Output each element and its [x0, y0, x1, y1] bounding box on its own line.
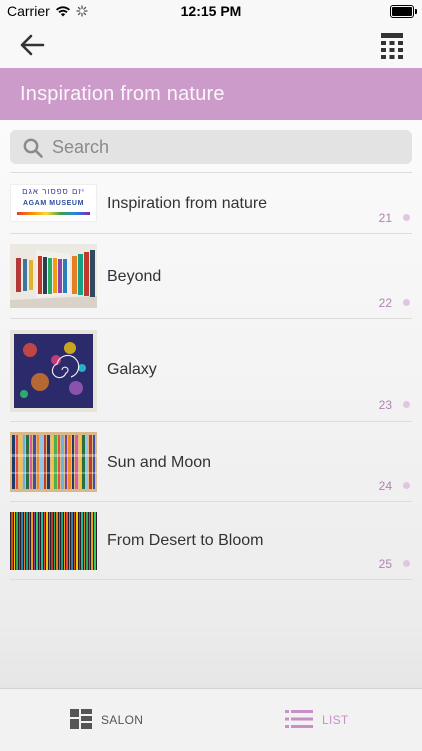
back-button[interactable] [16, 30, 48, 60]
item-thumbnail [10, 432, 97, 492]
status-time: 12:15 PM [180, 3, 242, 19]
list-icon [285, 710, 313, 728]
list-item[interactable]: Galaxy 23 [10, 319, 412, 422]
tab-bar: SALON LIST [0, 688, 422, 751]
list-item[interactable]: Beyond 22 [10, 234, 412, 319]
item-dot-icon [403, 401, 410, 408]
page-title: Inspiration from nature [20, 83, 225, 105]
list-item[interactable]: From Desert to Bloom 25 [10, 502, 412, 580]
logo-english-text: AGAM MUSEUM [22, 200, 85, 207]
search-icon [23, 138, 43, 158]
item-dot-icon [403, 299, 410, 306]
item-count: 21 [378, 211, 392, 225]
item-count: 22 [378, 296, 392, 310]
battery-icon [390, 5, 417, 18]
back-arrow-icon [20, 34, 45, 56]
item-thumbnail: יזם ספסור אגם AGAM MUSEUM [10, 184, 97, 222]
tab-list[interactable]: LIST [211, 689, 422, 751]
calculator-button[interactable] [376, 29, 408, 61]
item-title: From Desert to Bloom [107, 532, 264, 549]
item-title: Sun and Moon [107, 454, 212, 471]
tab-salon-label: SALON [101, 713, 144, 727]
tab-list-label: LIST [322, 713, 349, 727]
search-bar[interactable] [10, 130, 412, 164]
item-thumbnail [10, 244, 97, 308]
item-dot-icon [403, 482, 410, 489]
item-count: 23 [378, 398, 392, 412]
title-banner: Inspiration from nature [0, 68, 422, 120]
status-bar: Carrier 12:15 PM [0, 0, 422, 22]
search-input[interactable] [52, 134, 392, 160]
grid-layout-icon [70, 709, 92, 729]
nav-bar [0, 22, 422, 68]
item-count: 25 [378, 557, 392, 571]
item-title: Inspiration from nature [107, 195, 268, 212]
tab-salon[interactable]: SALON [0, 689, 211, 751]
calculator-icon [381, 33, 403, 59]
item-dot-icon [403, 560, 410, 567]
item-title: Galaxy [107, 361, 157, 378]
item-dot-icon [403, 214, 410, 221]
item-count: 24 [378, 479, 392, 493]
logo-color-strip [17, 212, 90, 215]
item-thumbnail [10, 512, 97, 570]
list-item[interactable]: יזם ספסור אגם AGAM MUSEUM Inspiration fr… [10, 173, 412, 234]
item-title: Beyond [107, 268, 162, 285]
logo-hebrew-text: יזם ספסור אגם [22, 187, 85, 196]
list-item[interactable]: Sun and Moon 24 [10, 422, 412, 502]
item-thumbnail [10, 330, 97, 412]
